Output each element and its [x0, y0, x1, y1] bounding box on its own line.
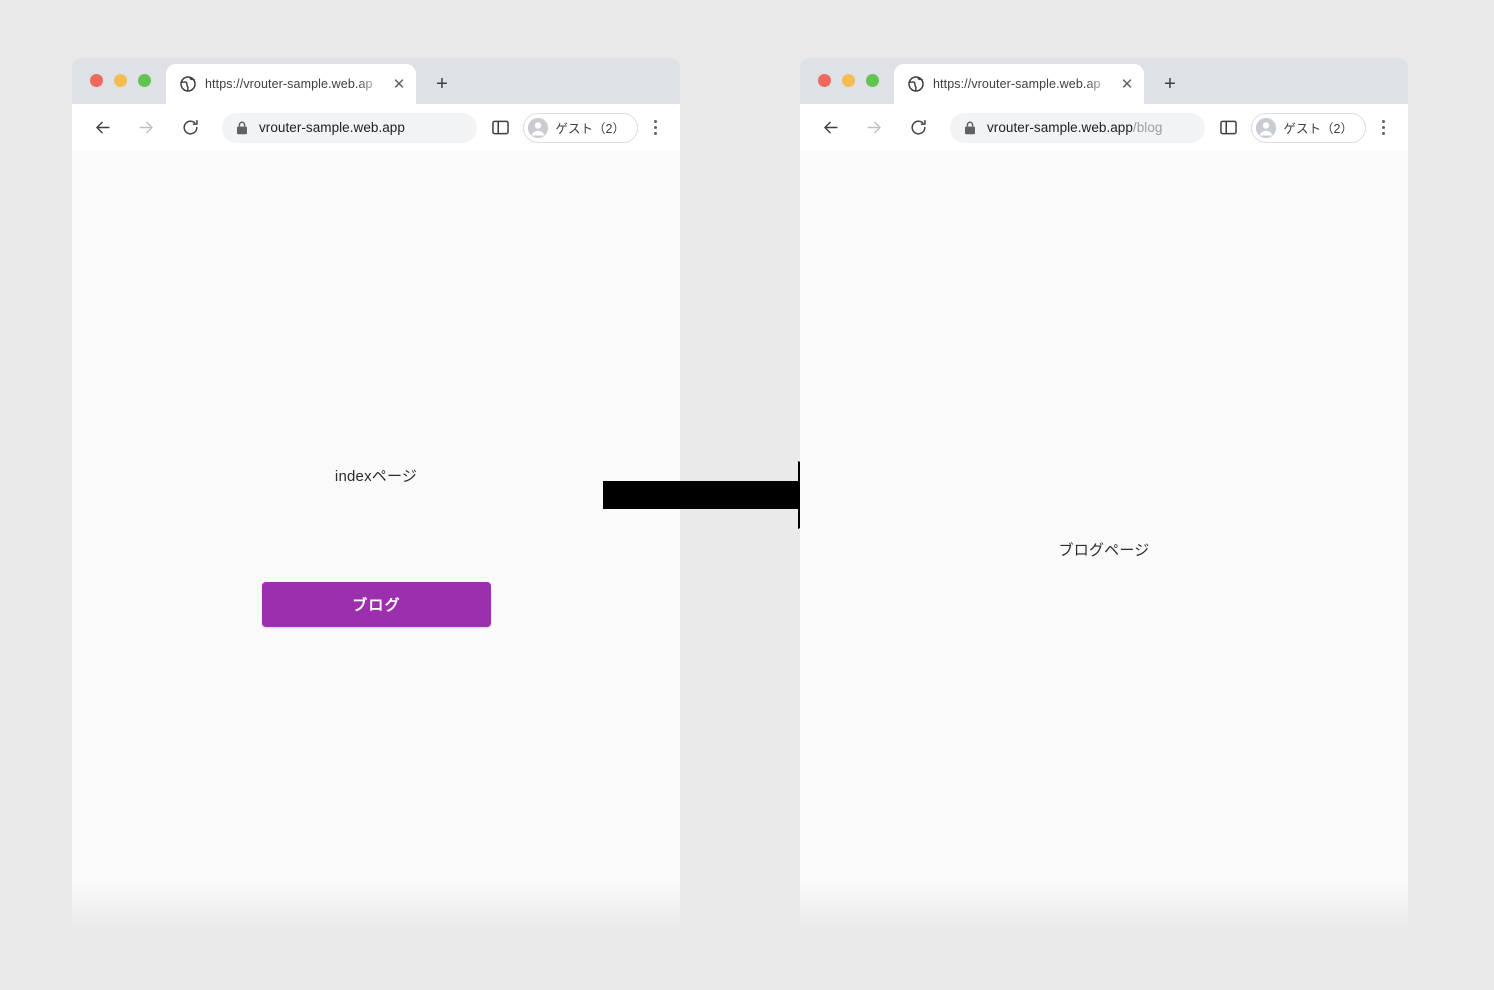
reload-button[interactable]: [902, 112, 934, 144]
address-path: /blog: [1132, 120, 1163, 135]
back-button[interactable]: [86, 112, 118, 144]
side-panel-icon: [1220, 120, 1237, 135]
tab-title: https://vrouter-sample.web.ap: [933, 77, 1101, 91]
tab-strip: https://vrouter-sample.web.ap ✕ +: [72, 58, 680, 104]
profile-label: ゲスト（2）: [555, 122, 625, 136]
page-viewport-blog: ブログページ: [800, 151, 1408, 928]
reload-icon: [182, 119, 198, 135]
page-heading: ブログページ: [1058, 542, 1150, 559]
minimize-window-button[interactable]: [842, 74, 855, 87]
arrow-right-icon: [138, 121, 153, 134]
tab-title: https://vrouter-sample.web.ap: [205, 77, 373, 91]
browser-toolbar: vrouter-sample.web.app ゲスト（2）: [72, 104, 680, 151]
kebab-menu-icon: [1381, 126, 1385, 129]
blog-link-button[interactable]: ブログ: [262, 582, 491, 627]
reload-button[interactable]: [174, 112, 206, 144]
window-controls: [818, 74, 879, 87]
side-panel-button[interactable]: [1215, 114, 1243, 142]
browser-window-right: https://vrouter-sample.web.ap ✕ + vroute…: [800, 58, 1408, 928]
arrow-left-icon: [95, 121, 110, 134]
browser-tab[interactable]: https://vrouter-sample.web.ap ✕: [166, 64, 416, 104]
kebab-menu-icon: [653, 132, 657, 135]
browser-tab[interactable]: https://vrouter-sample.web.ap ✕: [894, 64, 1144, 104]
new-tab-button[interactable]: +: [428, 70, 456, 98]
minimize-window-button[interactable]: [114, 74, 127, 87]
browser-toolbar: vrouter-sample.web.app/blog ゲスト（2）: [800, 104, 1408, 151]
zoom-window-button[interactable]: [866, 74, 879, 87]
kebab-menu-icon: [1381, 132, 1385, 135]
globe-icon: [180, 76, 196, 92]
arrow-right-icon: [866, 121, 881, 134]
address-bar[interactable]: vrouter-sample.web.app: [222, 112, 477, 143]
kebab-menu-icon: [653, 120, 657, 123]
profile-button[interactable]: ゲスト（2）: [1250, 112, 1366, 143]
address-bar-text: vrouter-sample.web.app: [259, 120, 405, 135]
tab-close-icon[interactable]: ✕: [386, 71, 412, 97]
close-window-button[interactable]: [818, 74, 831, 87]
account-circle-icon: [527, 117, 548, 138]
arrow-left-icon: [823, 121, 838, 134]
browser-menu-button[interactable]: [1370, 113, 1396, 143]
close-window-button[interactable]: [90, 74, 103, 87]
new-tab-button[interactable]: +: [1156, 70, 1184, 98]
side-panel-button[interactable]: [487, 114, 515, 142]
reload-icon: [910, 119, 926, 135]
browser-menu-button[interactable]: [642, 113, 668, 143]
back-button[interactable]: [814, 112, 846, 144]
kebab-menu-icon: [1381, 120, 1385, 123]
forward-button[interactable]: [858, 112, 890, 144]
window-controls: [90, 74, 151, 87]
address-domain: vrouter-sample.web.app: [987, 120, 1133, 135]
address-domain: vrouter-sample.web.app: [259, 120, 405, 135]
address-bar-text: vrouter-sample.web.app/blog: [987, 120, 1162, 135]
zoom-window-button[interactable]: [138, 74, 151, 87]
lock-icon: [237, 121, 247, 134]
forward-button[interactable]: [130, 112, 162, 144]
kebab-menu-icon: [653, 126, 657, 129]
profile-label: ゲスト（2）: [1283, 122, 1353, 136]
side-panel-icon: [492, 120, 509, 135]
page-heading: indexページ: [334, 468, 418, 485]
tab-close-icon[interactable]: ✕: [1114, 71, 1140, 97]
page-viewport-index: indexページ ブログ: [72, 151, 680, 928]
browser-window-left: https://vrouter-sample.web.ap ✕ + vroute…: [72, 58, 680, 928]
profile-button[interactable]: ゲスト（2）: [522, 112, 638, 143]
lock-icon: [965, 121, 975, 134]
globe-icon: [908, 76, 924, 92]
address-bar[interactable]: vrouter-sample.web.app/blog: [950, 112, 1205, 143]
tab-strip: https://vrouter-sample.web.ap ✕ +: [800, 58, 1408, 104]
account-circle-icon: [1255, 117, 1276, 138]
